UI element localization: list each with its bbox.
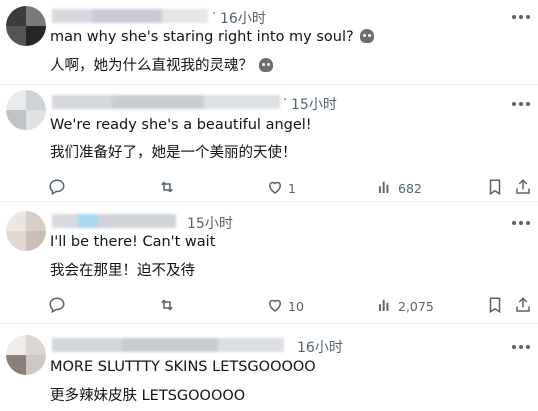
- reply-translation: 人啊，她为什么直视我的灵魂？: [50, 54, 273, 75]
- more-options-icon[interactable]: [512, 344, 530, 350]
- more-options-icon[interactable]: [512, 101, 530, 107]
- reply-translation: 我会在那里！迫不及待: [50, 263, 195, 279]
- share-icon: [516, 179, 530, 194]
- comment-icon: [49, 297, 65, 314]
- more-options-icon[interactable]: [512, 220, 530, 226]
- reply-translation: 更多辣妹皮肤 LETSGOOOOO: [50, 388, 246, 404]
- avatar[interactable]: [6, 211, 46, 251]
- separator-dot: ·: [283, 93, 288, 108]
- reply-translation: 我们准备好了，她是一个美丽的天使！: [50, 145, 297, 161]
- avatar[interactable]: [6, 335, 46, 375]
- reply-text: I'll be there! Can't wait: [50, 234, 216, 250]
- heart-icon: [268, 181, 282, 194]
- author-name-redacted[interactable]: [52, 338, 284, 352]
- repost-icon: [161, 181, 173, 193]
- skull-icon: [359, 29, 374, 43]
- author-name-redacted[interactable]: [52, 214, 176, 228]
- separator-dot: ·: [212, 7, 217, 22]
- comment-icon: [49, 179, 65, 196]
- timestamp[interactable]: 15小时: [291, 94, 337, 114]
- timestamp[interactable]: 15小时: [187, 213, 233, 233]
- action-bar: 10 2,075: [0, 296, 538, 316]
- view-count: 2,075: [398, 299, 434, 314]
- share-icon: [516, 297, 530, 312]
- more-options-icon[interactable]: [512, 14, 530, 20]
- analytics-icon: [379, 181, 389, 193]
- timestamp[interactable]: 16小时: [220, 8, 266, 28]
- analytics-icon: [379, 299, 389, 311]
- reply-3: 16小时 MORE SLUTTTY SKINS LETSGOOOOO 更多辣妹皮…: [0, 323, 538, 411]
- avatar[interactable]: [6, 90, 46, 130]
- reply-0: · 16小时 man why she's staring right into …: [0, 0, 538, 85]
- view-count: 682: [398, 181, 422, 196]
- avatar[interactable]: [6, 6, 46, 46]
- reply-text: man why she's staring right into my soul…: [50, 29, 374, 45]
- reply-text: MORE SLUTTTY SKINS LETSGOOOOO: [50, 359, 316, 375]
- reply-1: · 15小时 We're ready she's a beautiful ang…: [0, 84, 538, 202]
- reply-text: We're ready she's a beautiful angel!: [50, 117, 312, 133]
- like-count: 1: [288, 181, 296, 196]
- repost-icon: [161, 299, 173, 311]
- reply-2: 15小时 I'll be there! Can't wait 我会在那里！迫不及…: [0, 201, 538, 324]
- bookmark-icon: [489, 179, 501, 196]
- author-name-redacted[interactable]: [52, 95, 280, 109]
- author-name-redacted[interactable]: [52, 9, 208, 23]
- like-count: 10: [288, 299, 304, 314]
- action-bar: 1 682: [0, 178, 538, 198]
- bookmark-icon: [489, 297, 501, 314]
- timestamp[interactable]: 16小时: [297, 337, 343, 357]
- heart-icon: [268, 299, 282, 312]
- skull-icon: [259, 58, 273, 72]
